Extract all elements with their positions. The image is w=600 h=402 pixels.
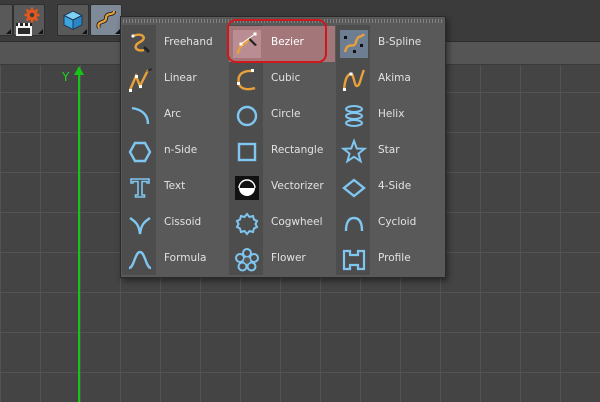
menu-item-flower[interactable]: Flower [229,242,335,278]
menu-item-star[interactable]: Star [336,134,442,170]
star-icon [340,138,368,166]
menu-item-vectorizer[interactable]: Vectorizer [229,170,335,206]
menu-item-cubic[interactable]: Cubic [229,62,335,98]
profile-icon [340,246,368,274]
menu-item-arc[interactable]: Arc [122,98,228,134]
akima-icon [340,66,368,94]
menu-item-cogwheel[interactable]: Cogwheel [229,206,335,242]
menu-item-label: Freehand [164,36,213,48]
cubic-icon [233,66,261,94]
circle-icon [233,102,261,130]
menu-item-label: Linear [164,72,197,84]
menu-item-label: 4-Side [378,180,412,192]
menu-item-label: Arc [164,108,182,120]
spline-tools-button[interactable] [90,4,122,36]
menu-item-n-side[interactable]: n-Side [122,134,228,170]
text-icon [126,174,154,202]
menu-item-label: Cycloid [378,216,417,228]
menu-item-label: Rectangle [271,144,324,156]
bezier-highlight-annotation [227,19,327,63]
formula-icon [126,246,154,274]
menu-item-label: Helix [378,108,405,120]
menu-item-freehand[interactable]: Freehand [122,26,228,62]
arc-icon [126,102,154,130]
bspline-icon [340,30,368,58]
cube-object-button[interactable] [57,4,89,36]
menu-item-profile[interactable]: Profile [336,242,442,278]
menu-item-label: Flower [271,252,306,264]
menu-item-label: Akima [378,72,411,84]
freehand-icon [126,30,154,58]
menu-item-helix[interactable]: Helix [336,98,442,134]
menu-item-label: n-Side [164,144,198,156]
menu-item-label: Vectorizer [271,180,324,192]
menu-item-formula[interactable]: Formula [122,242,228,278]
cogwheel-icon [233,210,261,238]
menu-item-label: Formula [164,252,207,264]
hexagon-icon [126,138,154,166]
menu-item-label: Circle [271,108,301,120]
menu-item-rectangle[interactable]: Rectangle [229,134,335,170]
y-axis-line [78,70,80,402]
linear-icon [126,66,154,94]
menu-item-text[interactable]: Text [122,170,228,206]
y-axis-arrow-icon [74,66,84,75]
cycloid-icon [340,210,368,238]
menu-item-cycloid[interactable]: Cycloid [336,206,442,242]
vectorizer-icon [233,174,261,202]
helix-icon [340,102,368,130]
partial-tool-button[interactable] [0,4,13,36]
menu-item-b-spline[interactable]: B-Spline [336,26,442,62]
menu-item-label: Profile [378,252,411,264]
diamond-icon [340,174,368,202]
flower-icon [233,246,261,274]
render-settings-button[interactable] [13,4,45,36]
clapperboard-icon [16,21,32,36]
menu-item-label: Cubic [271,72,301,84]
y-axis-label: Y [62,70,70,84]
menu-item-circle[interactable]: Circle [229,98,335,134]
menu-item-linear[interactable]: Linear [122,62,228,98]
cube-icon [62,9,84,31]
menu-item-label: Star [378,144,400,156]
menu-item-4-side[interactable]: 4-Side [336,170,442,206]
cissoid-icon [126,210,154,238]
menu-item-label: B-Spline [378,36,422,48]
rectangle-icon [233,138,261,166]
menu-item-akima[interactable]: Akima [336,62,442,98]
menu-item-label: Text [164,180,186,192]
menu-item-label: Cissoid [164,216,202,228]
menu-item-cissoid[interactable]: Cissoid [122,206,228,242]
menu-item-label: Cogwheel [271,216,323,228]
